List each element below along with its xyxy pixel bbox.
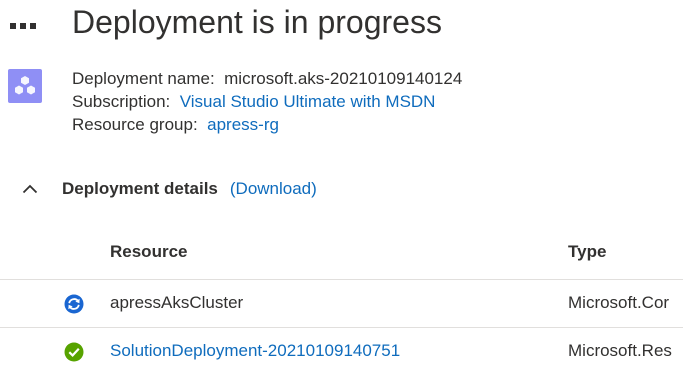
- success-check-icon: [64, 342, 84, 362]
- subscription-label: Subscription:: [72, 92, 171, 111]
- page-header: Deployment is in progress: [0, 0, 683, 46]
- deployment-details-header: Deployment details (Download): [22, 176, 317, 202]
- deployment-resource-icon: [8, 69, 42, 103]
- deployment-name-value: microsoft.aks-20210109140124: [224, 69, 463, 88]
- resource-group-label: Resource group:: [72, 115, 198, 134]
- resource-group-link[interactable]: apress-rg: [207, 115, 279, 134]
- page-title: Deployment is in progress: [72, 4, 442, 40]
- table-header: Resource Type: [0, 226, 683, 280]
- deployment-name-row: Deployment name: microsoft.aks-202101091…: [72, 67, 462, 90]
- in-progress-icon: [64, 294, 84, 314]
- column-header-resource[interactable]: Resource: [110, 242, 187, 262]
- deployment-details-table: Resource Type apressAksCluster Microsoft…: [0, 226, 683, 374]
- deployment-details-title[interactable]: Deployment details: [62, 179, 218, 199]
- deployment-name-label: Deployment name:: [72, 69, 215, 88]
- resource-group-row: Resource group: apress-rg: [72, 113, 462, 136]
- download-link[interactable]: (Download): [230, 179, 317, 199]
- column-header-type[interactable]: Type: [568, 242, 606, 262]
- table-row: SolutionDeployment-20210109140751 Micros…: [0, 328, 683, 374]
- deployment-overview: Deployment name: microsoft.aks-202101091…: [72, 67, 462, 136]
- resource-type: Microsoft.Cor: [568, 293, 670, 312]
- resource-name-link[interactable]: SolutionDeployment-20210109140751: [110, 341, 400, 361]
- subscription-link[interactable]: Visual Studio Ultimate with MSDN: [180, 92, 436, 111]
- table-row: apressAksCluster Microsoft.Cor: [0, 280, 683, 328]
- more-options-icon[interactable]: [10, 23, 36, 29]
- subscription-row: Subscription: Visual Studio Ultimate wit…: [72, 90, 462, 113]
- chevron-up-icon[interactable]: [22, 176, 48, 202]
- resource-type: Microsoft.Res: [568, 341, 672, 360]
- resource-name: apressAksCluster: [110, 293, 244, 312]
